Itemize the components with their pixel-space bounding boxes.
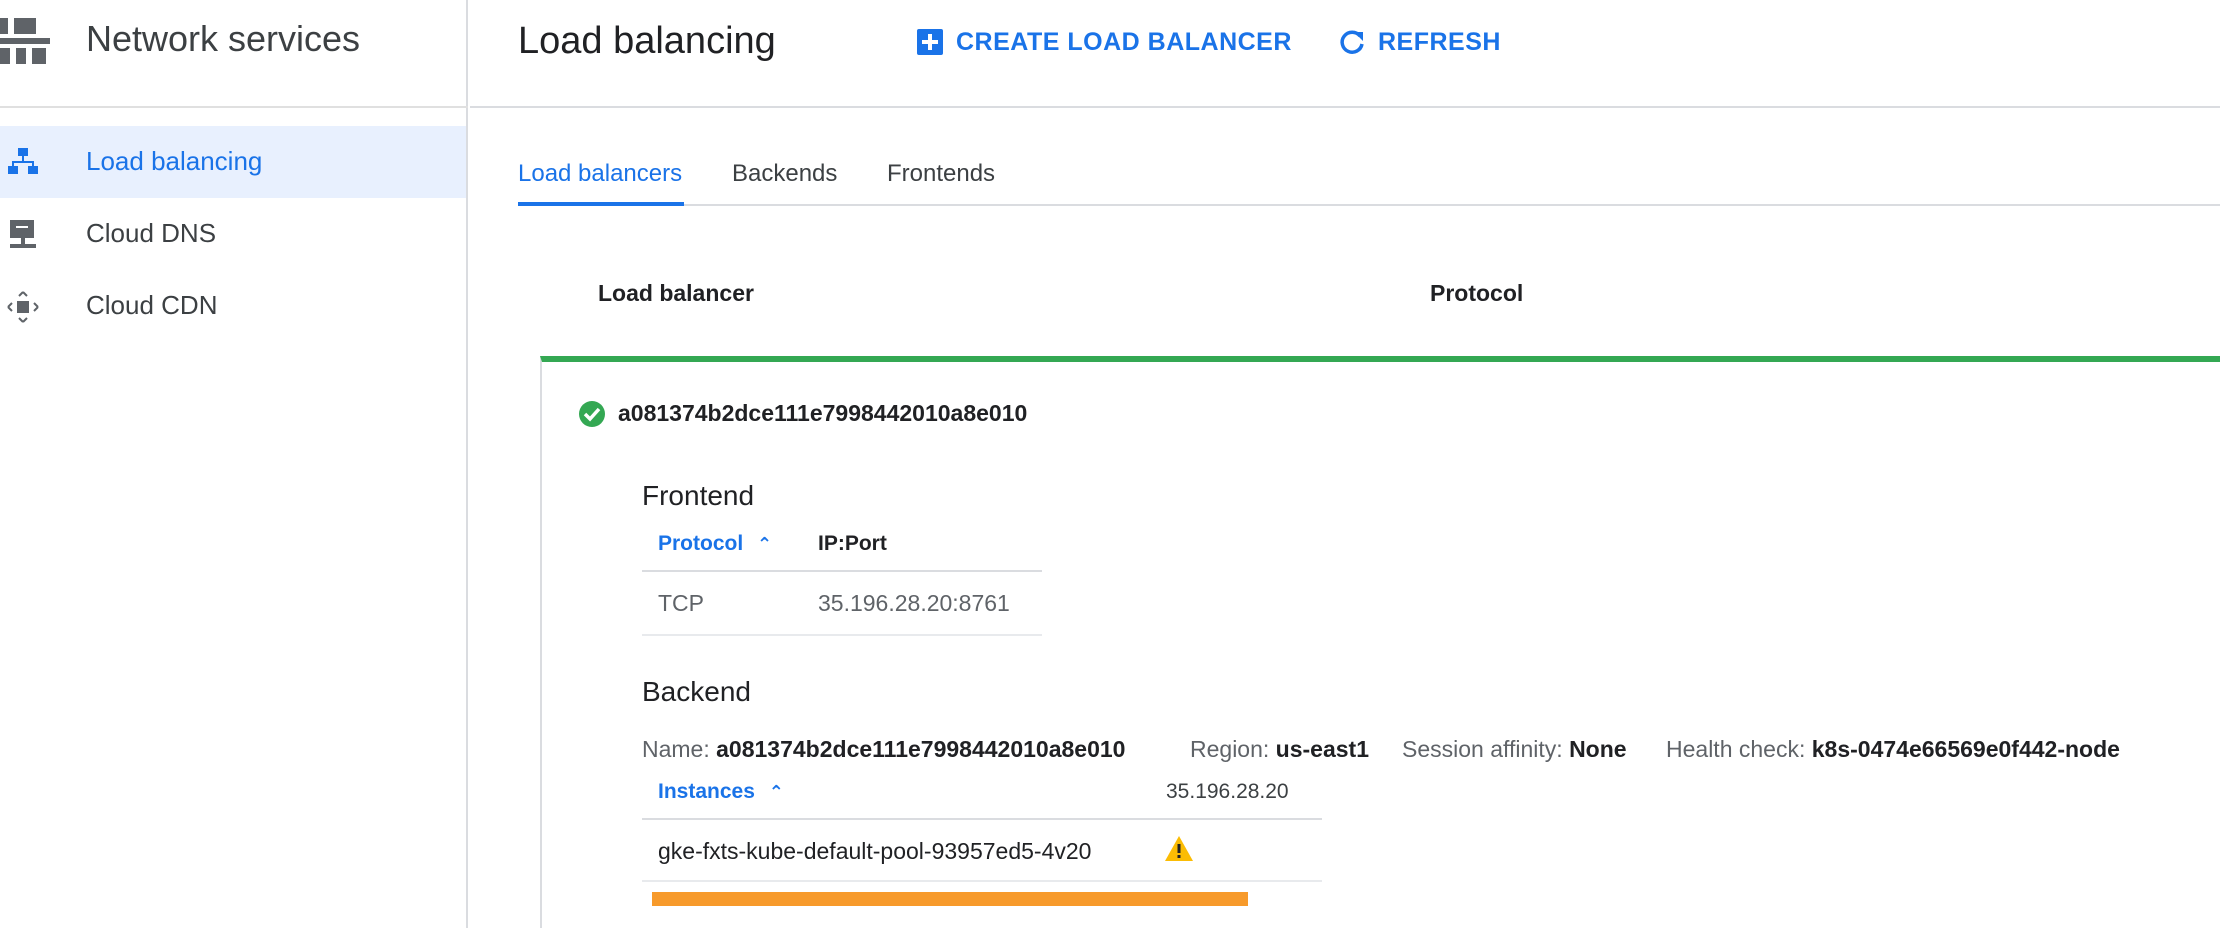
cdn-icon (7, 291, 39, 323)
instances-table: Instances ⌃ 35.196.28.20 gke-fxts-kube-d… (642, 770, 1322, 882)
sidebar: Network services Load balancing Cloud DN… (0, 0, 468, 928)
instances-header[interactable]: Instances ⌃ (658, 780, 784, 804)
backend-title: Backend (642, 676, 751, 707)
backend-session-affinity: Session affinity: None (1402, 736, 1627, 762)
column-header-protocol[interactable]: Protocol (1430, 280, 1523, 307)
create-load-balancer-button[interactable]: CREATE LOAD BALANCER (916, 26, 1291, 62)
tab-load-balancers[interactable]: Load balancers (518, 160, 684, 206)
chevron-up-icon: ⌃ (768, 782, 784, 802)
check-circle-icon (579, 401, 605, 427)
backend-health-check: Health check: k8s-0474e66569e0f442-node (1666, 736, 2120, 762)
table-row: TCP 35.196.28.20:8761 (642, 572, 1042, 636)
chevron-up-icon: ⌃ (757, 534, 773, 554)
sidebar-item-label: Load balancing (86, 146, 263, 176)
table-row: gke-fxts-kube-default-pool-93957ed5-4v20 (642, 820, 1322, 882)
load-balancing-icon (8, 148, 38, 174)
frontend-ipport-cell: 35.196.28.20:8761 (818, 590, 1010, 616)
sidebar-header: Network services (0, 0, 468, 108)
frontend-ipport-header: IP:Port (818, 532, 887, 555)
refresh-label: REFRESH (1378, 28, 1501, 56)
backend-region: Region: us-east1 (1190, 736, 1369, 762)
instances-table-header: Instances ⌃ 35.196.28.20 (642, 770, 1322, 820)
sidebar-item-label: Cloud CDN (86, 290, 218, 320)
health-check-link[interactable]: k8s-0474e66569e0f442-node (1812, 736, 2120, 762)
sidebar-item-cloud-dns[interactable]: Cloud DNS (0, 198, 466, 270)
tab-bar: Load balancers Backends Frontends (518, 148, 2220, 206)
frontend-title: Frontend (642, 480, 755, 511)
refresh-button[interactable]: REFRESH (1338, 26, 1508, 62)
sidebar-item-cloud-cdn[interactable]: Cloud CDN (0, 270, 466, 342)
column-header-load-balancer[interactable]: Load balancer (598, 280, 754, 307)
network-services-icon (0, 18, 50, 64)
tab-backends[interactable]: Backends (732, 160, 837, 206)
sidebar-item-load-balancing[interactable]: Load balancing (0, 126, 466, 198)
dns-icon (10, 220, 36, 248)
page-title: Load balancing (518, 20, 776, 62)
instance-name[interactable]: gke-fxts-kube-default-pool-93957ed5-4v20 (658, 838, 1091, 865)
frontend-protocol-cell: TCP (658, 590, 704, 616)
load-balancer-card: a081374b2dce111e7998442010a8e010 Fronten… (540, 356, 2220, 928)
warning-icon (1165, 836, 1193, 861)
add-box-icon (917, 29, 943, 55)
tab-frontends[interactable]: Frontends (887, 160, 995, 206)
frontend-protocol-header[interactable]: Protocol ⌃ (658, 532, 772, 556)
backend-ip-header: 35.196.28.20 (1166, 780, 1289, 803)
health-status-bar (652, 892, 1248, 906)
top-bar: Load balancing CREATE LOAD BALANCER REFR… (470, 0, 2220, 108)
sidebar-item-label: Cloud DNS (86, 218, 217, 248)
create-load-balancer-label: CREATE LOAD BALANCER (956, 28, 1292, 56)
frontend-table: Protocol ⌃ IP:Port TCP 35.196.28.20:8761 (642, 522, 1042, 636)
frontend-table-header: Protocol ⌃ IP:Port (642, 522, 1042, 572)
sidebar-title: Network services (86, 18, 361, 59)
refresh-icon (1340, 30, 1364, 54)
load-balancer-name[interactable]: a081374b2dce111e7998442010a8e010 (618, 400, 1027, 427)
backend-name: Name: a081374b2dce111e7998442010a8e010 (642, 736, 1126, 762)
